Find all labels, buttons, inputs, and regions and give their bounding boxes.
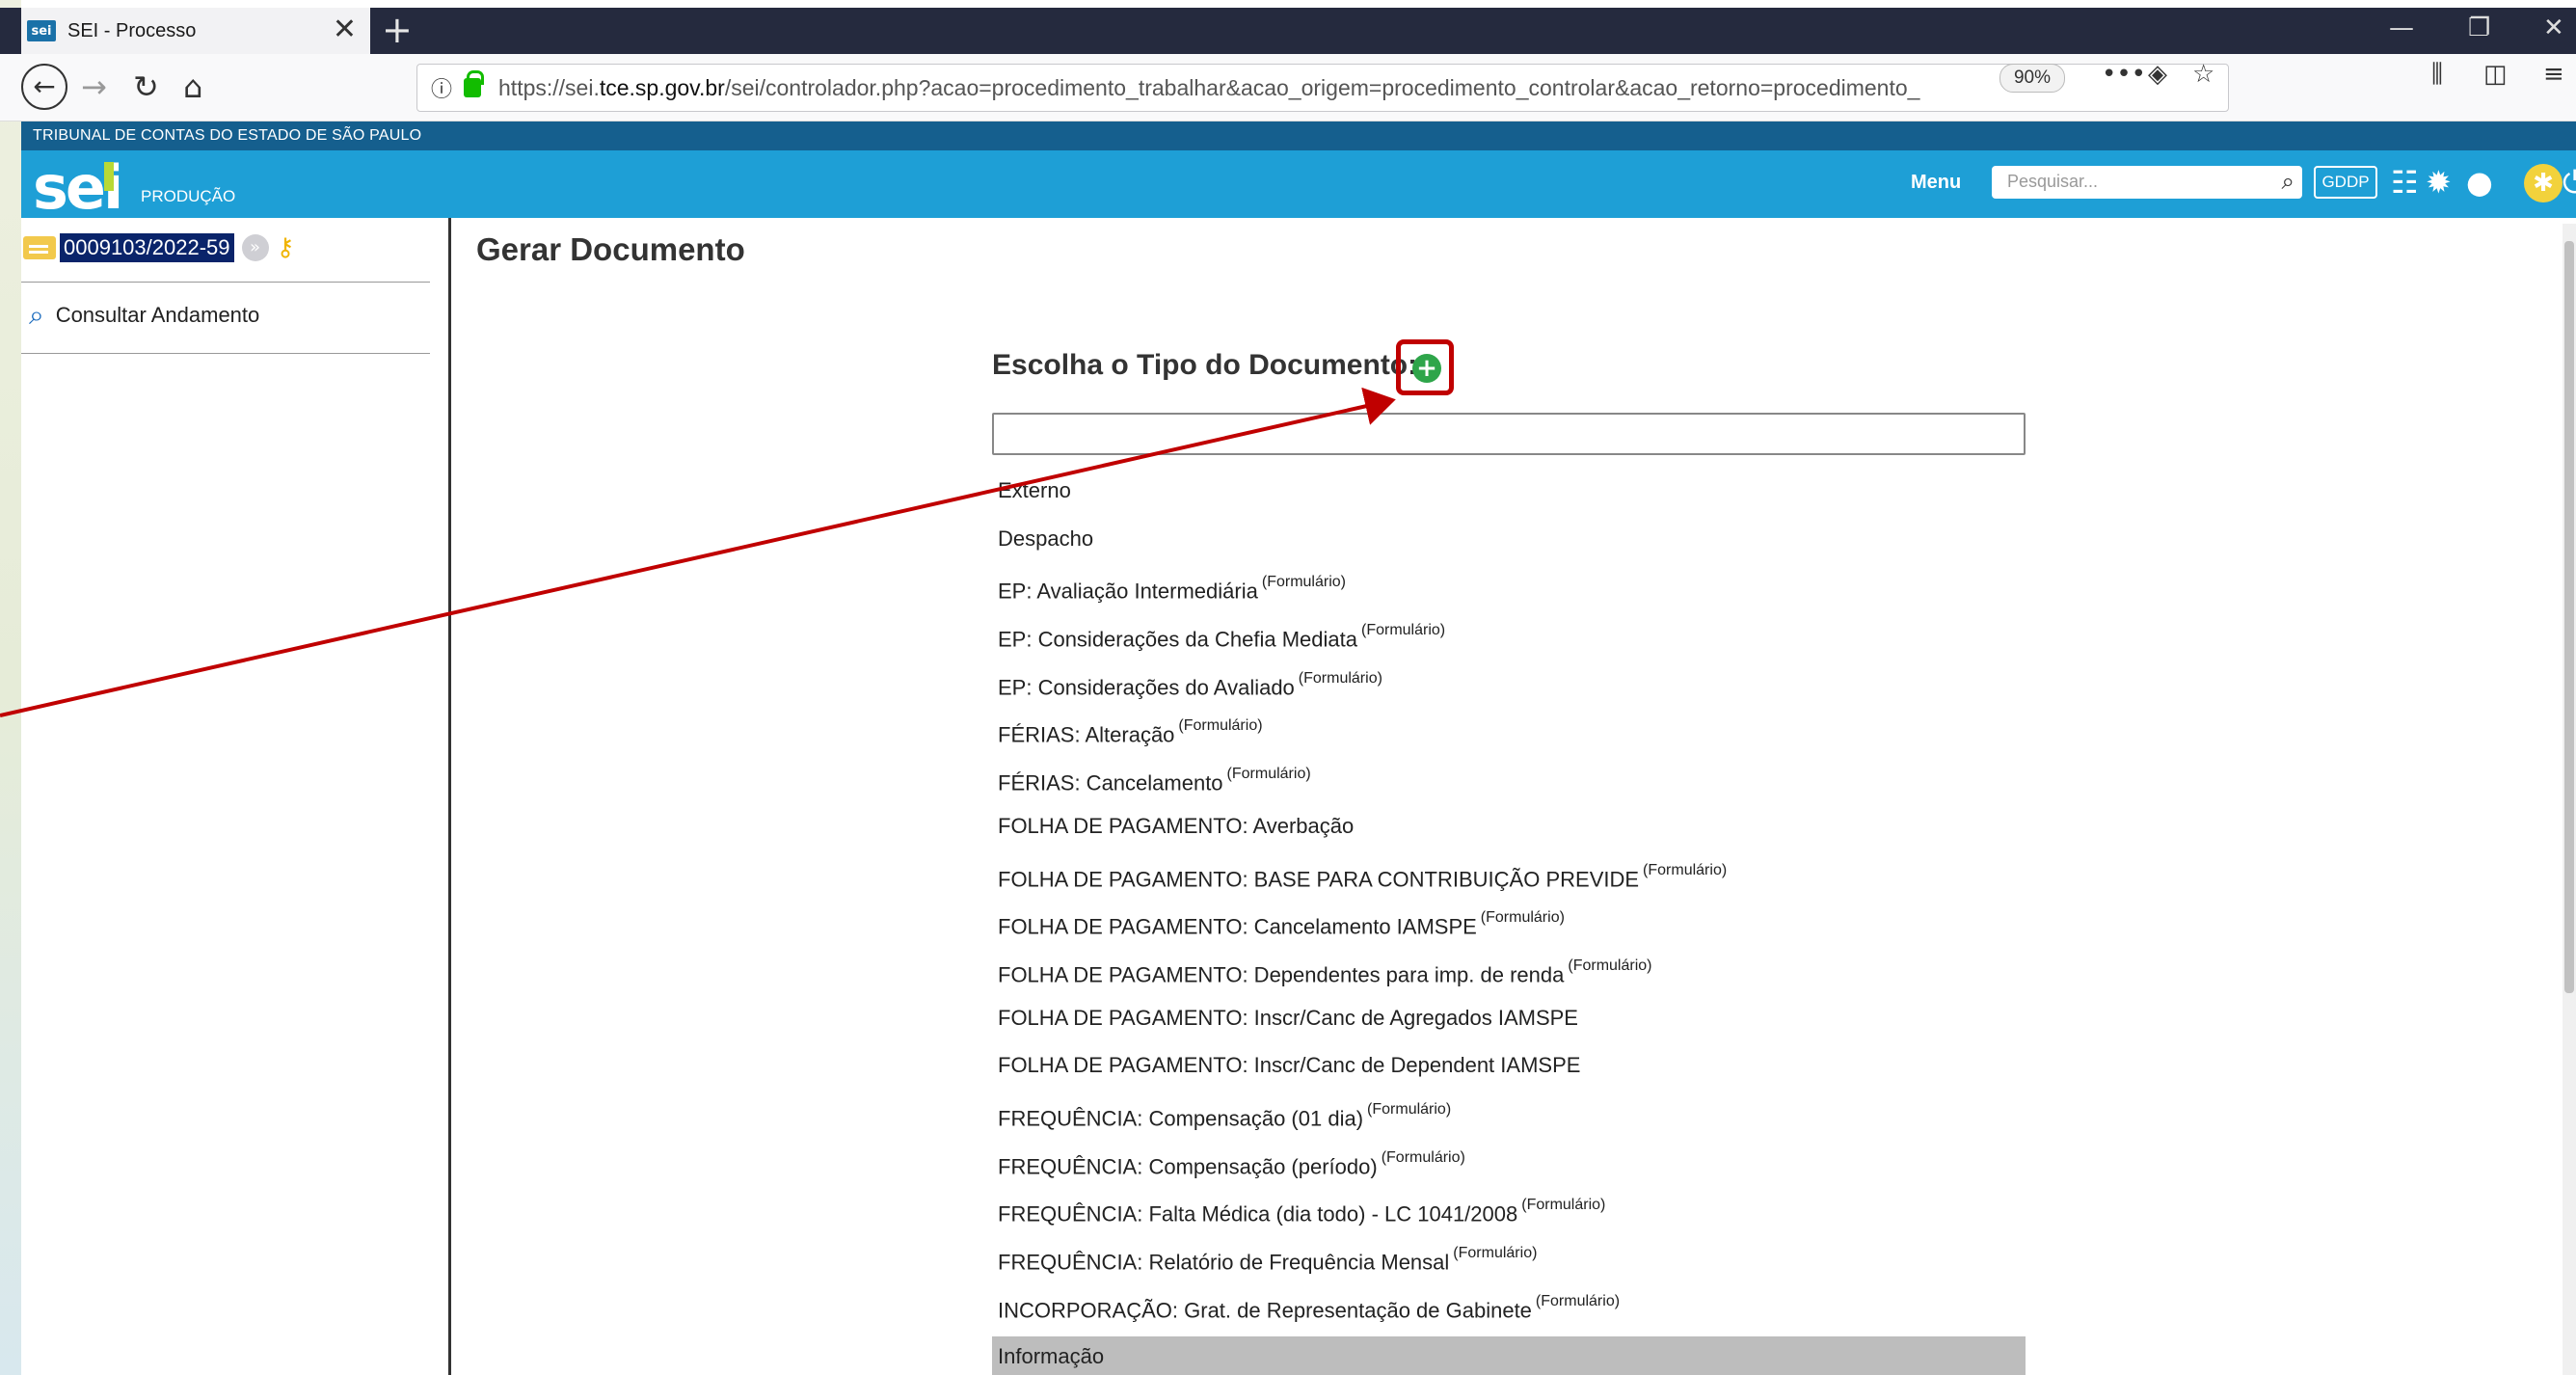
annotation-arrow-line: [0, 387, 1396, 717]
annotation-arrow: [0, 387, 1396, 717]
